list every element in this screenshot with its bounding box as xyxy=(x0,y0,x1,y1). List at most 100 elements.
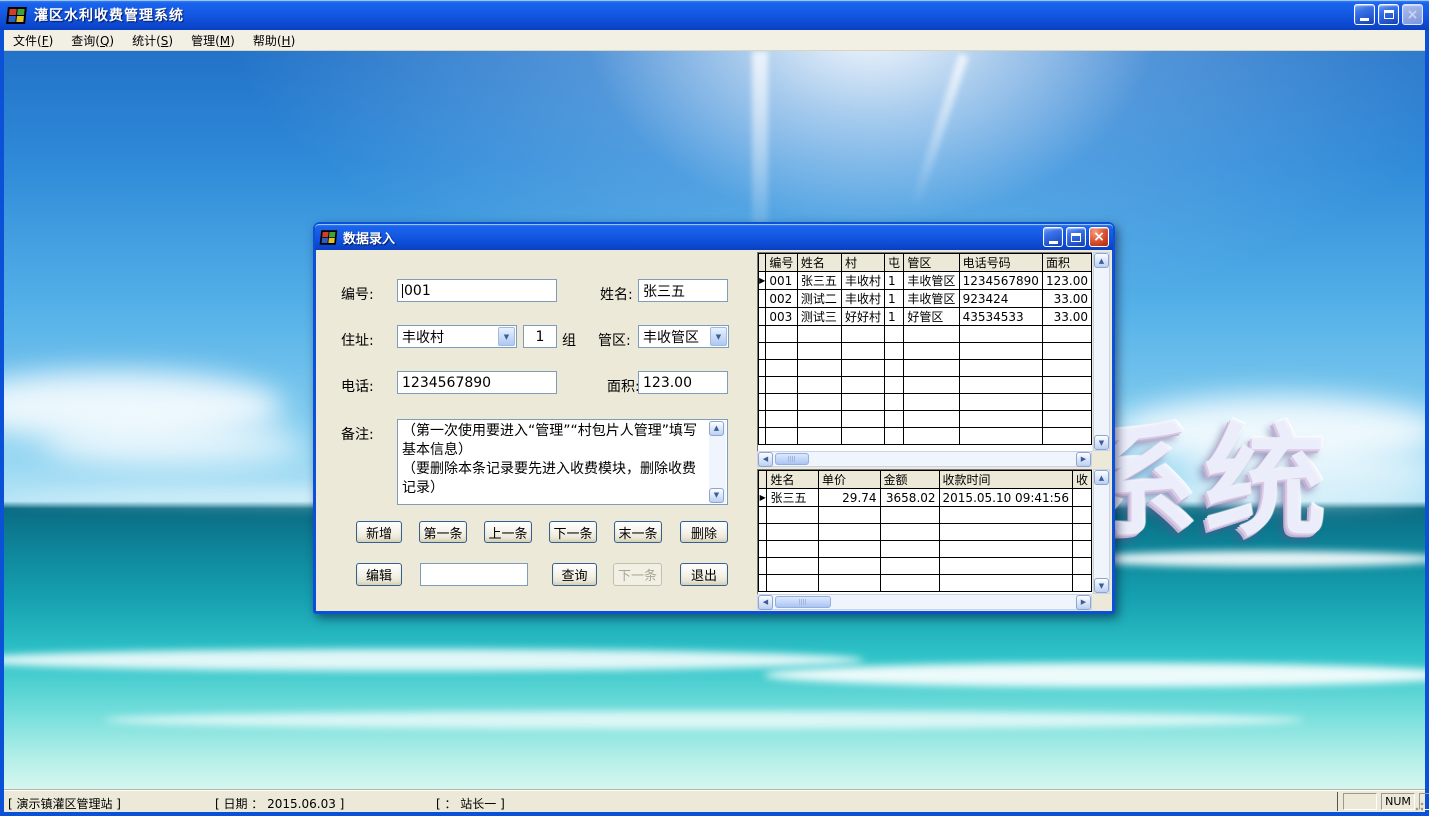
grid-cell[interactable] xyxy=(767,507,818,524)
query-button[interactable]: 查询 xyxy=(552,563,597,586)
grid-cell[interactable] xyxy=(1042,394,1091,411)
grid-cell[interactable] xyxy=(939,541,1072,558)
menu-manage[interactable]: 管理(M) xyxy=(182,30,244,51)
grid-cell[interactable] xyxy=(841,428,884,445)
grid-cell[interactable]: 002 xyxy=(766,290,797,308)
grid-cell[interactable] xyxy=(939,558,1072,575)
grid-cell[interactable]: 张三五 xyxy=(767,489,818,507)
scroll-down-icon[interactable]: ▼ xyxy=(1094,578,1109,593)
scroll-right-icon[interactable]: ▶ xyxy=(1076,595,1091,610)
grid-cell[interactable] xyxy=(797,377,841,394)
grid-cell[interactable]: 1 xyxy=(885,290,904,308)
grid-cell[interactable] xyxy=(959,326,1042,343)
grid-cell[interactable] xyxy=(841,326,884,343)
grid-cell[interactable] xyxy=(885,360,904,377)
grid-cell[interactable] xyxy=(766,360,797,377)
grid-cell[interactable] xyxy=(904,411,959,428)
grid-cell[interactable]: 丰收村 xyxy=(841,290,884,308)
grid-cell[interactable] xyxy=(841,394,884,411)
grid-cell[interactable]: 29.74 xyxy=(818,489,880,507)
grid-cell[interactable] xyxy=(959,411,1042,428)
grid-header-cell[interactable]: 收 xyxy=(1072,471,1091,489)
grid-header-cell[interactable]: 面积 xyxy=(1042,254,1091,272)
scroll-left-icon[interactable]: ◀ xyxy=(758,595,773,610)
payments-grid-hscrollbar[interactable]: ◀ ▶ xyxy=(757,594,1092,610)
grid-cell[interactable] xyxy=(885,428,904,445)
grid-row[interactable] xyxy=(759,541,1092,558)
grid-header-cell[interactable]: 管区 xyxy=(904,254,959,272)
grid-cell[interactable] xyxy=(766,411,797,428)
grid-cell[interactable]: 丰收管区 xyxy=(904,272,959,290)
grid-cell[interactable] xyxy=(880,558,939,575)
grid-cell[interactable] xyxy=(904,428,959,445)
menu-query[interactable]: 查询(Q) xyxy=(62,30,123,51)
grid-cell[interactable] xyxy=(818,541,880,558)
edit-button[interactable]: 编辑 xyxy=(356,563,402,586)
next-button[interactable]: 下一条 xyxy=(549,521,597,543)
grid-cell[interactable]: 003 xyxy=(766,308,797,326)
grid-cell[interactable]: 1234567890 xyxy=(959,272,1042,290)
grid-cell[interactable] xyxy=(1072,558,1091,575)
grid-row[interactable] xyxy=(759,558,1092,575)
area-input[interactable]: 123.00 xyxy=(638,371,728,394)
grid-cell[interactable]: 丰收管区 xyxy=(904,290,959,308)
grid-cell[interactable] xyxy=(841,343,884,360)
minimize-button[interactable] xyxy=(1354,4,1375,25)
grid-cell[interactable] xyxy=(959,343,1042,360)
grid-cell[interactable]: 2015.05.10 09:41:56 xyxy=(939,489,1072,507)
grid-cell[interactable] xyxy=(939,507,1072,524)
grid-cell[interactable] xyxy=(818,507,880,524)
grid-cell[interactable]: 33.00 xyxy=(1042,290,1091,308)
grid-cell[interactable] xyxy=(880,524,939,541)
grid-row[interactable]: ▶张三五29.743658.022015.05.10 09:41:56 xyxy=(759,489,1092,507)
grid-cell[interactable] xyxy=(1072,541,1091,558)
grid-cell[interactable] xyxy=(797,394,841,411)
grid-cell[interactable] xyxy=(1042,343,1091,360)
grid-cell[interactable] xyxy=(1072,575,1091,592)
last-button[interactable]: 末一条 xyxy=(614,521,662,543)
grid-cell[interactable]: 923424 xyxy=(959,290,1042,308)
grid-cell[interactable] xyxy=(959,394,1042,411)
grid-cell[interactable] xyxy=(904,326,959,343)
exit-button[interactable]: 退出 xyxy=(680,563,728,586)
grid-cell[interactable]: 测试二 xyxy=(797,290,841,308)
grid-cell[interactable] xyxy=(766,394,797,411)
chevron-down-icon[interactable]: ▼ xyxy=(498,327,515,346)
maximize-button[interactable] xyxy=(1378,4,1399,25)
grid-cell[interactable] xyxy=(885,394,904,411)
grid-cell[interactable]: 张三五 xyxy=(797,272,841,290)
dialog-minimize-button[interactable] xyxy=(1043,227,1063,247)
grid-row[interactable] xyxy=(759,524,1092,541)
id-input[interactable]: 001 xyxy=(397,279,557,302)
grid-row[interactable]: 002测试二丰收村1丰收管区92342433.00 xyxy=(759,290,1092,308)
delete-button[interactable]: 删除 xyxy=(680,521,728,543)
grid-header-cell[interactable]: 姓名 xyxy=(767,471,818,489)
residents-grid[interactable]: 编号姓名村屯管区电话号码面积▶001张三五丰收村1丰收管区12345678901… xyxy=(757,252,1092,451)
grid-cell[interactable] xyxy=(904,343,959,360)
grid-cell[interactable]: 1 xyxy=(885,272,904,290)
scroll-right-icon[interactable]: ▶ xyxy=(1076,452,1091,467)
grid-cell[interactable]: 测试三 xyxy=(797,308,841,326)
payments-grid-vscrollbar[interactable]: ▲ ▼ xyxy=(1093,469,1110,594)
grid-row[interactable] xyxy=(759,326,1092,343)
address-combobox[interactable]: 丰收村 ▼ xyxy=(397,325,517,348)
grid-cell[interactable]: 丰收村 xyxy=(841,272,884,290)
residents-grid-vscrollbar[interactable]: ▲ ▼ xyxy=(1093,252,1110,451)
close-button[interactable]: × xyxy=(1402,4,1423,25)
query-next-button[interactable]: 下一条 xyxy=(613,563,662,586)
scroll-down-icon[interactable]: ▼ xyxy=(709,488,724,503)
grid-cell[interactable]: 3658.02 xyxy=(880,489,939,507)
grid-cell[interactable]: 123.00 xyxy=(1042,272,1091,290)
scroll-down-icon[interactable]: ▼ xyxy=(1094,435,1109,450)
grid-header-cell[interactable]: 村 xyxy=(841,254,884,272)
grid-cell[interactable] xyxy=(1072,489,1091,507)
name-input[interactable]: 张三五 xyxy=(638,279,728,302)
grid-cell[interactable] xyxy=(880,507,939,524)
grid-row[interactable] xyxy=(759,394,1092,411)
grid-row[interactable] xyxy=(759,343,1092,360)
grid-cell[interactable] xyxy=(797,411,841,428)
grid-cell[interactable] xyxy=(766,428,797,445)
grid-cell[interactable] xyxy=(904,394,959,411)
dialog-titlebar[interactable]: 数据录入 × xyxy=(315,224,1113,250)
prev-button[interactable]: 上一条 xyxy=(484,521,532,543)
